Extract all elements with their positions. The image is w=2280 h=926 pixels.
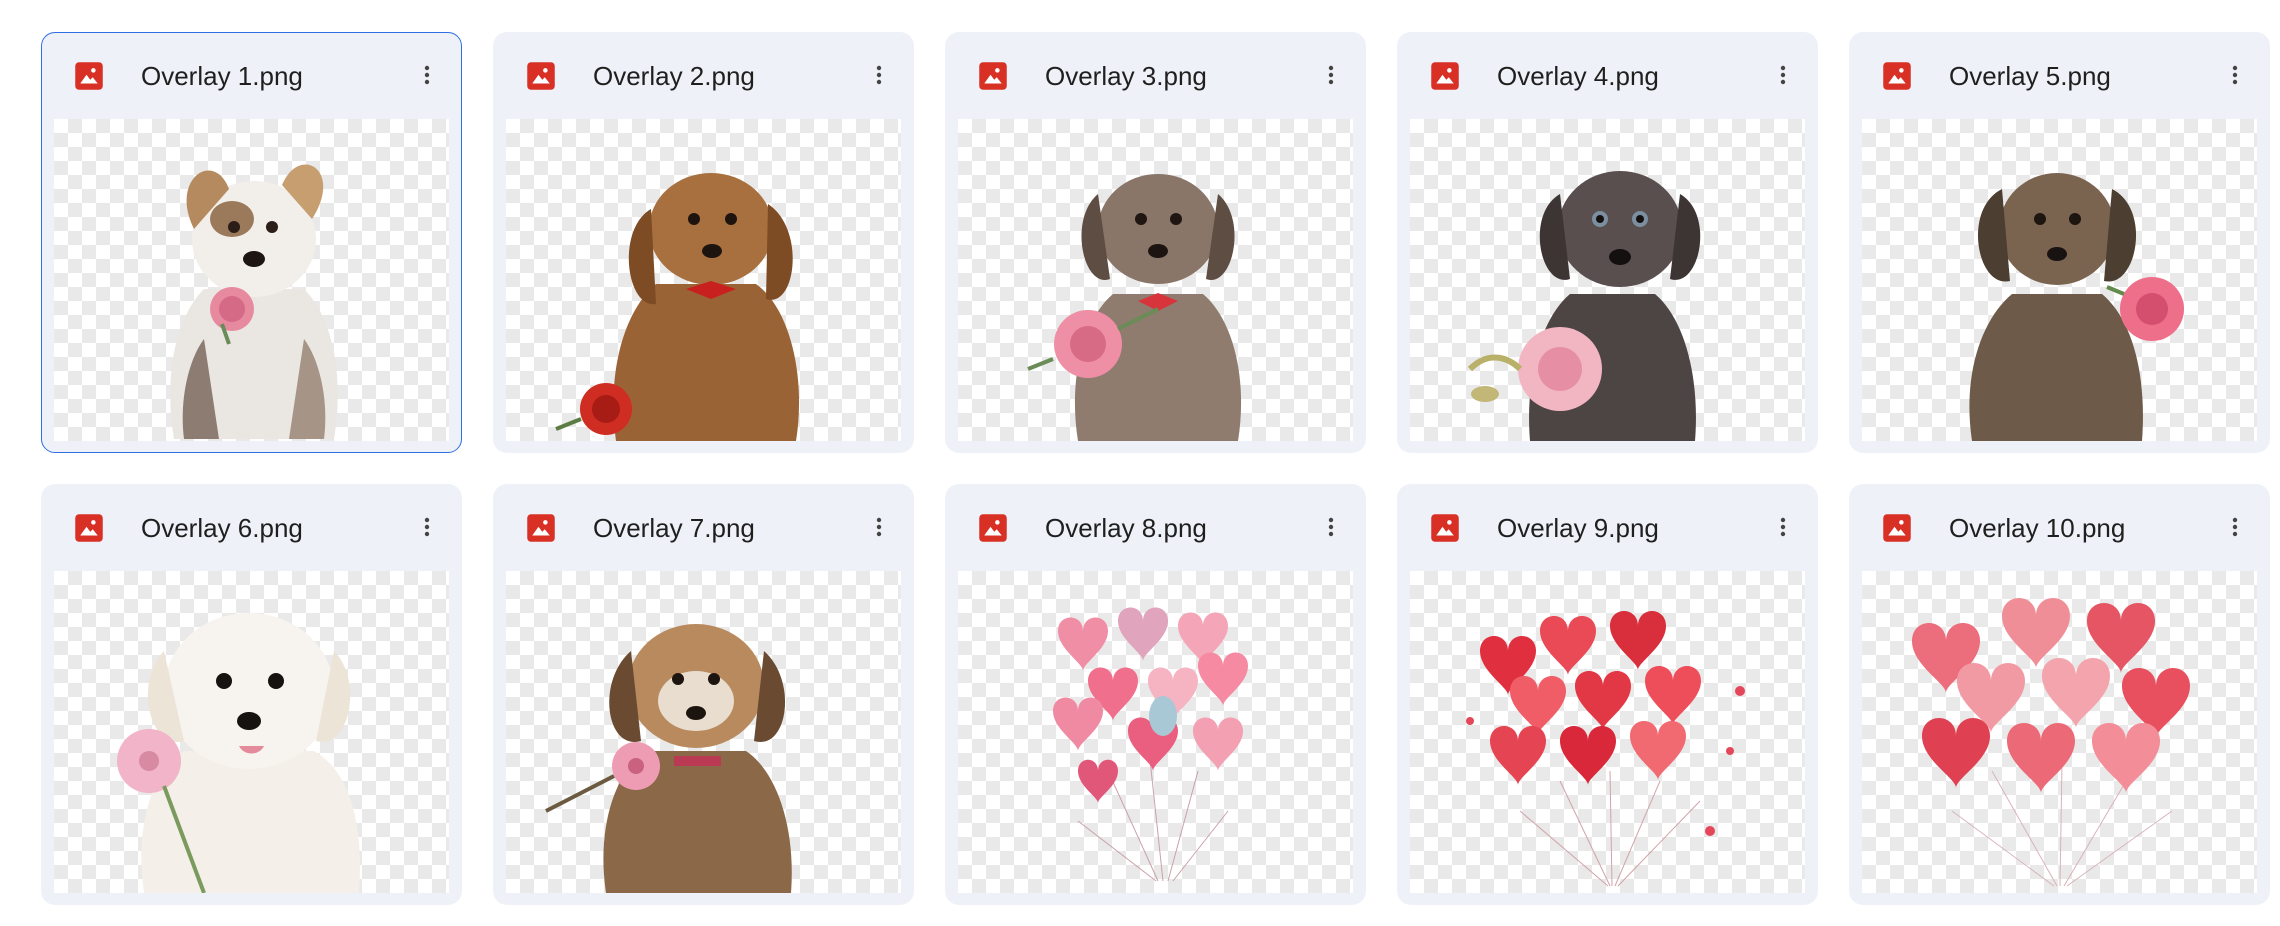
- more-vert-icon: [424, 65, 430, 85]
- file-thumbnail[interactable]: [1410, 571, 1805, 893]
- file-card-overlay-6[interactable]: Overlay 6.png: [41, 484, 462, 905]
- pink-red-heart-balloons-image: [1912, 598, 2190, 887]
- fluffy-puppy-with-pink-flower-image: [545, 624, 792, 893]
- file-card-overlay-5[interactable]: Overlay 5.png: [1849, 32, 2270, 453]
- image-file-icon: [1431, 514, 1459, 542]
- file-name: Overlay 2.png: [593, 61, 755, 91]
- file-card-overlay-10[interactable]: Overlay 10.png: [1849, 484, 2270, 905]
- file-name: Overlay 3.png: [1045, 61, 1207, 91]
- image-file-icon: [527, 62, 555, 90]
- file-card-header: Overlay 8.png: [946, 485, 1365, 567]
- more-vert-icon: [2232, 517, 2238, 537]
- file-card-overlay-1[interactable]: Overlay 1.png: [41, 32, 462, 453]
- file-name: Overlay 4.png: [1497, 61, 1659, 91]
- more-actions-button[interactable]: [855, 503, 903, 551]
- file-thumbnail[interactable]: [54, 119, 449, 441]
- file-thumbnail[interactable]: [54, 571, 449, 893]
- more-vert-icon: [876, 517, 882, 537]
- file-name: Overlay 5.png: [1949, 61, 2111, 91]
- pink-heart-balloons-image: [1053, 607, 1248, 882]
- file-card-header: Overlay 2.png: [494, 33, 913, 115]
- image-file-icon: [527, 514, 555, 542]
- image-file-icon: [979, 62, 1007, 90]
- file-card-header: Overlay 9.png: [1398, 485, 1817, 567]
- file-card-header: Overlay 4.png: [1398, 33, 1817, 115]
- file-thumbnail[interactable]: [506, 571, 901, 893]
- file-card-header: Overlay 7.png: [494, 485, 913, 567]
- more-actions-button[interactable]: [1307, 503, 1355, 551]
- image-file-icon: [1883, 514, 1911, 542]
- more-actions-button[interactable]: [1759, 51, 1807, 99]
- file-card-overlay-8[interactable]: Overlay 8.png: [945, 484, 1366, 905]
- file-name: Overlay 8.png: [1045, 513, 1207, 543]
- more-vert-icon: [1328, 517, 1334, 537]
- file-card-overlay-4[interactable]: Overlay 4.png: [1397, 32, 1818, 453]
- more-actions-button[interactable]: [1307, 51, 1355, 99]
- more-vert-icon: [424, 517, 430, 537]
- file-card-header: Overlay 1.png: [42, 33, 461, 115]
- more-vert-icon: [876, 65, 882, 85]
- dark-puppy-with-pink-rose-image: [1467, 171, 1701, 441]
- more-vert-icon: [2232, 65, 2238, 85]
- file-name: Overlay 7.png: [593, 513, 755, 543]
- file-card-header: Overlay 10.png: [1850, 485, 2269, 567]
- more-vert-icon: [1780, 65, 1786, 85]
- white-puppy-with-flower-image: [117, 613, 360, 893]
- file-thumbnail[interactable]: [506, 119, 901, 441]
- more-vert-icon: [1328, 65, 1334, 85]
- more-vert-icon: [1780, 517, 1786, 537]
- gray-puppy-with-pink-rose-image: [1027, 174, 1242, 441]
- more-actions-button[interactable]: [403, 51, 451, 99]
- more-actions-button[interactable]: [1759, 503, 1807, 551]
- brindle-puppy-with-rose-image: [1969, 173, 2184, 441]
- more-actions-button[interactable]: [403, 503, 451, 551]
- more-actions-button[interactable]: [855, 51, 903, 99]
- file-card-overlay-7[interactable]: Overlay 7.png: [493, 484, 914, 905]
- image-file-icon: [1431, 62, 1459, 90]
- red-heart-balloons-image: [1466, 611, 1745, 887]
- file-thumbnail[interactable]: [1410, 119, 1805, 441]
- file-grid: Overlay 1.png Overlay 2.png Overlay 3.pn…: [41, 32, 2270, 905]
- image-file-icon: [75, 62, 103, 90]
- image-file-icon: [979, 514, 1007, 542]
- file-thumbnail[interactable]: [1862, 571, 2257, 893]
- file-thumbnail[interactable]: [1862, 119, 2257, 441]
- brown-puppy-with-red-rose-image: [555, 173, 800, 441]
- file-card-header: Overlay 5.png: [1850, 33, 2269, 115]
- image-file-icon: [1883, 62, 1911, 90]
- more-actions-button[interactable]: [2211, 503, 2259, 551]
- file-name: Overlay 9.png: [1497, 513, 1659, 543]
- file-card-overlay-2[interactable]: Overlay 2.png: [493, 32, 914, 453]
- file-card-header: Overlay 6.png: [42, 485, 461, 567]
- image-file-icon: [75, 514, 103, 542]
- more-actions-button[interactable]: [2211, 51, 2259, 99]
- file-thumbnail[interactable]: [958, 571, 1353, 893]
- file-thumbnail[interactable]: [958, 119, 1353, 441]
- file-name: Overlay 10.png: [1949, 513, 2126, 543]
- puppy-with-rose-image: [170, 164, 338, 439]
- file-name: Overlay 1.png: [141, 61, 303, 91]
- file-card-header: Overlay 3.png: [946, 33, 1365, 115]
- file-card-overlay-3[interactable]: Overlay 3.png: [945, 32, 1366, 453]
- file-card-overlay-9[interactable]: Overlay 9.png: [1397, 484, 1818, 905]
- file-name: Overlay 6.png: [141, 513, 303, 543]
